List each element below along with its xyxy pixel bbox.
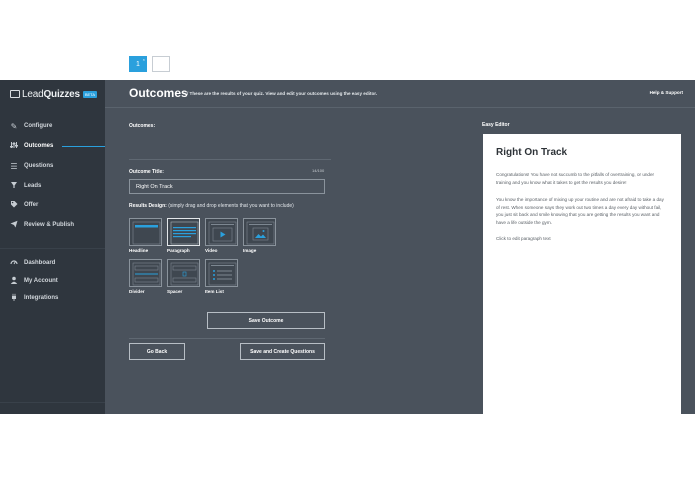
video-element-icon <box>208 221 237 245</box>
results-design-label: Results Design: (simply drag and drop el… <box>129 203 294 209</box>
sidebar-item-label: Integrations <box>24 295 59 301</box>
sidebar-item-label: Configure <box>24 123 53 129</box>
beta-badge: BETA <box>82 90 97 98</box>
sidebar-item-configure[interactable]: ✎ Configure <box>0 116 105 136</box>
gauge-icon <box>8 258 20 268</box>
preview-headline[interactable]: Right On Track <box>496 147 567 158</box>
outcome-title-input[interactable] <box>129 179 325 194</box>
sidebar: LeadQuizzes BETA ✎ Configure Outcomes ☰ … <box>0 80 105 414</box>
active-indicator <box>62 146 105 147</box>
easy-editor-preview[interactable]: Right On Track Congratulations! You have… <box>483 134 681 414</box>
tile-label-headline: Headline <box>129 248 149 253</box>
outcomes-label: Outcomes: <box>129 123 156 129</box>
pencil-icon: ✎ <box>10 121 18 131</box>
results-design-title: Results Design: <box>129 203 167 209</box>
brand-logo[interactable]: LeadQuizzes BETA <box>10 87 97 101</box>
paragraph-element-icon <box>170 221 199 245</box>
element-tile-spacer[interactable] <box>167 259 200 287</box>
sidebar-item-label: Dashboard <box>24 260 56 266</box>
element-tile-divider[interactable] <box>129 259 162 287</box>
add-outcome-button[interactable]: + <box>152 56 170 72</box>
element-tile-image[interactable] <box>243 218 276 246</box>
sidebar-item-dashboard[interactable]: Dashboard <box>0 253 105 273</box>
element-tile-headline[interactable] <box>129 218 162 246</box>
sidebar-item-offer[interactable]: Offer <box>0 195 105 215</box>
brand-name: LeadQuizzes <box>22 88 80 100</box>
outcome-title-label: Outcome Title: <box>129 169 164 175</box>
section-divider <box>129 159 331 160</box>
divider-element-icon <box>132 262 161 286</box>
tile-label-spacer: Spacer <box>167 289 183 294</box>
help-support-link[interactable]: Help & Support <box>650 90 683 95</box>
tile-label-divider: Divider <box>129 289 145 294</box>
page-title: Outcomes <box>129 86 188 100</box>
sidebar-item-label: Outcomes <box>24 143 54 149</box>
save-and-create-questions-button[interactable]: Save and Create Questions <box>240 343 325 360</box>
sliders-icon <box>8 141 20 151</box>
sidebar-item-label: My Account <box>24 278 58 284</box>
plug-icon <box>8 293 20 303</box>
sidebar-divider <box>0 248 105 249</box>
logo-icon <box>10 90 20 98</box>
list-icon: ☰ <box>10 161 18 171</box>
tile-label-paragraph: Paragraph <box>167 248 190 253</box>
sidebar-item-review-publish[interactable]: Review & Publish <box>0 215 105 235</box>
sidebar-item-label: Leads <box>24 183 42 189</box>
funnel-icon <box>8 181 20 191</box>
headline-element-icon <box>132 221 161 245</box>
buttons-divider <box>129 338 325 339</box>
spacer-element-icon <box>170 262 199 286</box>
sidebar-item-leads[interactable]: Leads <box>0 176 105 196</box>
easy-editor-label: Easy Editor <box>482 122 510 128</box>
user-icon <box>8 276 20 286</box>
sidebar-item-integrations[interactable]: Integrations <box>0 288 105 308</box>
element-tile-paragraph[interactable] <box>167 218 200 246</box>
tile-label-item-list: Item List <box>205 289 224 294</box>
sidebar-item-label: Offer <box>24 202 39 208</box>
image-element-icon <box>246 221 275 245</box>
preview-paragraph-2[interactable]: You know the importance of mixing up you… <box>496 196 668 226</box>
sidebar-item-label: Questions <box>24 163 54 169</box>
page-subtitle: / These are the results of your quiz. Vi… <box>187 91 378 96</box>
sidebar-bottom-divider <box>0 402 105 403</box>
element-tile-video[interactable] <box>205 218 238 246</box>
outcome-tab-number: 1 <box>136 60 140 68</box>
tile-label-video: Video <box>205 248 218 253</box>
tag-icon <box>8 200 20 210</box>
page-header: Outcomes / These are the results of your… <box>105 80 695 108</box>
edit-paragraph-hint[interactable]: Click to edit paragraph text <box>496 236 551 241</box>
close-icon[interactable]: × <box>143 57 145 62</box>
tile-label-image: Image <box>243 248 257 253</box>
plane-icon <box>8 220 20 230</box>
preview-paragraph-1[interactable]: Congratulations! You have not succumb to… <box>496 171 668 186</box>
char-count: 14/100 <box>312 168 325 173</box>
outcome-tab-1[interactable]: 1 × <box>129 56 147 72</box>
item-list-element-icon <box>208 262 237 286</box>
sidebar-item-questions[interactable]: ☰ Questions <box>0 156 105 176</box>
results-design-hint: (simply drag and drop elements that you … <box>168 203 294 209</box>
element-tile-item-list[interactable] <box>205 259 238 287</box>
sidebar-item-label: Review & Publish <box>24 222 75 228</box>
save-outcome-button[interactable]: Save Outcome <box>207 312 325 329</box>
go-back-button[interactable]: Go Back <box>129 343 185 360</box>
